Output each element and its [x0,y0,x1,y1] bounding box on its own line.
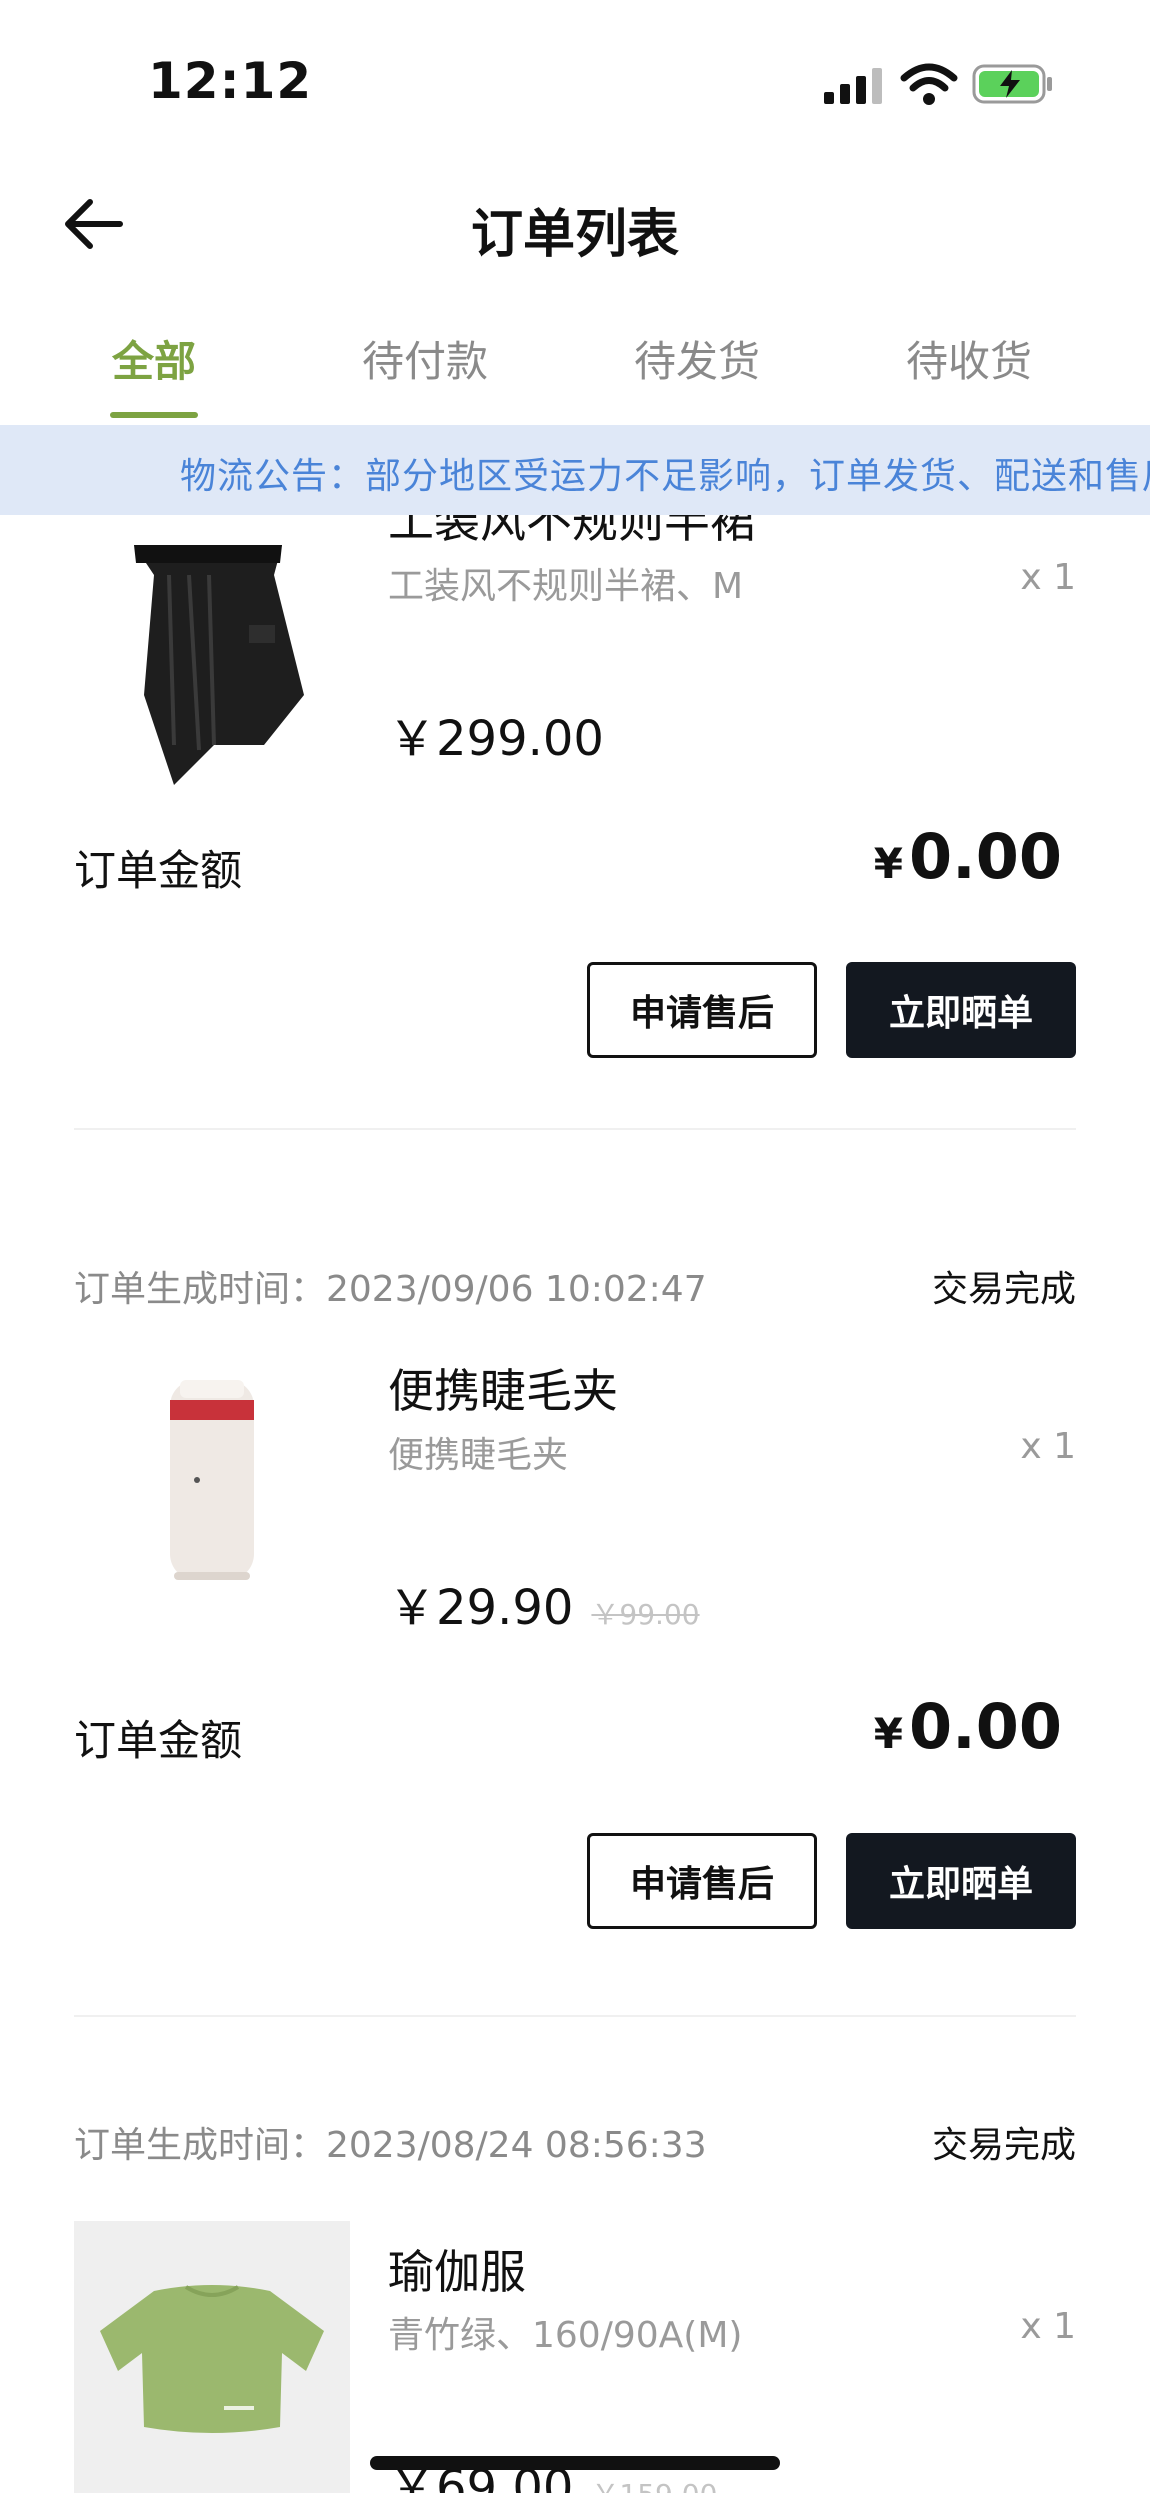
order-amount-value: ¥0.00 [874,1690,1062,1763]
order-amount-value: ¥0.00 [874,820,1062,893]
product-name[interactable]: 便携睫毛夹 [388,1355,618,1421]
product-name[interactable]: 工装风不规则半裙 [388,515,756,551]
yoga-top-image [100,2285,324,2433]
order-status: 交易完成 [931,2125,1076,2166]
apply-after-sale-button[interactable]: 申请售后 [587,962,817,1058]
order-time: 订单生成时间：2023/09/06 10:02:47 [74,1269,707,1310]
skirt-image [134,545,304,785]
product-image-yoga-top[interactable] [74,2221,350,2493]
order-amount-label: 订单金额 [74,1716,243,1765]
product-image-eyelash-curler[interactable] [74,1340,350,1616]
order-meta: 订单生成时间：2023/08/24 08:56:33 交易完成 [74,2116,1076,2176]
product-price: ￥29.90 ￥99.00 [388,1568,700,1638]
product-spec: 便携睫毛夹 [388,1435,569,1476]
sale-price: ￥29.90 [388,1580,574,1636]
cellular-signal-icon [824,68,882,104]
order-status: 交易完成 [931,1269,1076,1310]
share-review-button[interactable]: 立即晒单 [846,962,1076,1058]
order-time: 订单生成时间：2023/08/24 08:56:33 [74,2125,707,2166]
order-amount-label: 订单金额 [74,846,243,895]
eyelash-curler-image [170,1380,254,1580]
amount-number: 0.00 [909,1690,1062,1763]
product-qty: x 1 [1020,1426,1076,1467]
product-spec: 工装风不规则半裙、M [388,566,744,607]
currency-symbol: ¥ [873,839,904,888]
currency-symbol: ¥ [873,1709,904,1758]
product-name[interactable]: 瑜伽服 [388,2236,526,2302]
nav-header: 订单列表 [0,170,1150,280]
product-price: ￥69.00￥159.00 [388,2448,717,2493]
original-price: ￥159.00 [591,2478,717,2493]
page-title: 订单列表 [470,205,679,265]
product-qty: x 1 [1020,557,1076,598]
share-review-button[interactable]: 立即晒单 [846,1833,1076,1929]
amount-number: 0.00 [909,820,1062,893]
order-tabs: 全部 待付款 待发货 待收货 [0,300,1150,420]
notice-text: 物流公告：部分地区受运力不足影响，订单发货、配送和售后 [180,456,1150,497]
order-list[interactable]: 工装风不规则半裙 工装风不规则半裙、M x 1 ￥299.00 订单金额 ¥0.… [0,515,1150,2493]
tab-pending-receipt[interactable]: 待收货 [849,328,1089,389]
tab-pending-payment[interactable]: 待付款 [305,328,545,389]
logistics-notice-banner[interactable]: 物流公告：部分地区受运力不足影响，订单发货、配送和售后 [0,425,1150,515]
wifi-icon [900,63,958,105]
original-price: ￥99.00 [591,1598,700,1631]
status-bar: 12:12 [0,0,1150,170]
order-meta: 订单生成时间：2023/09/06 10:02:47 交易完成 [74,1260,1076,1320]
product-spec: 青竹绿、160/90A(M) [388,2315,743,2356]
product-qty: x 1 [1020,2306,1076,2347]
status-time: 12:12 [148,52,313,110]
home-indicator [370,2456,780,2470]
product-image-skirt[interactable] [74,515,350,791]
product-price: ￥299.00 [388,711,604,767]
apply-after-sale-button[interactable]: 申请售后 [587,1833,817,1929]
order-divider [74,2015,1076,2017]
tab-all[interactable]: 全部 [34,328,274,389]
tab-pending-shipment[interactable]: 待发货 [577,328,817,389]
order-divider [74,1128,1076,1130]
active-tab-indicator [110,412,198,418]
battery-charging-icon [972,64,1052,104]
